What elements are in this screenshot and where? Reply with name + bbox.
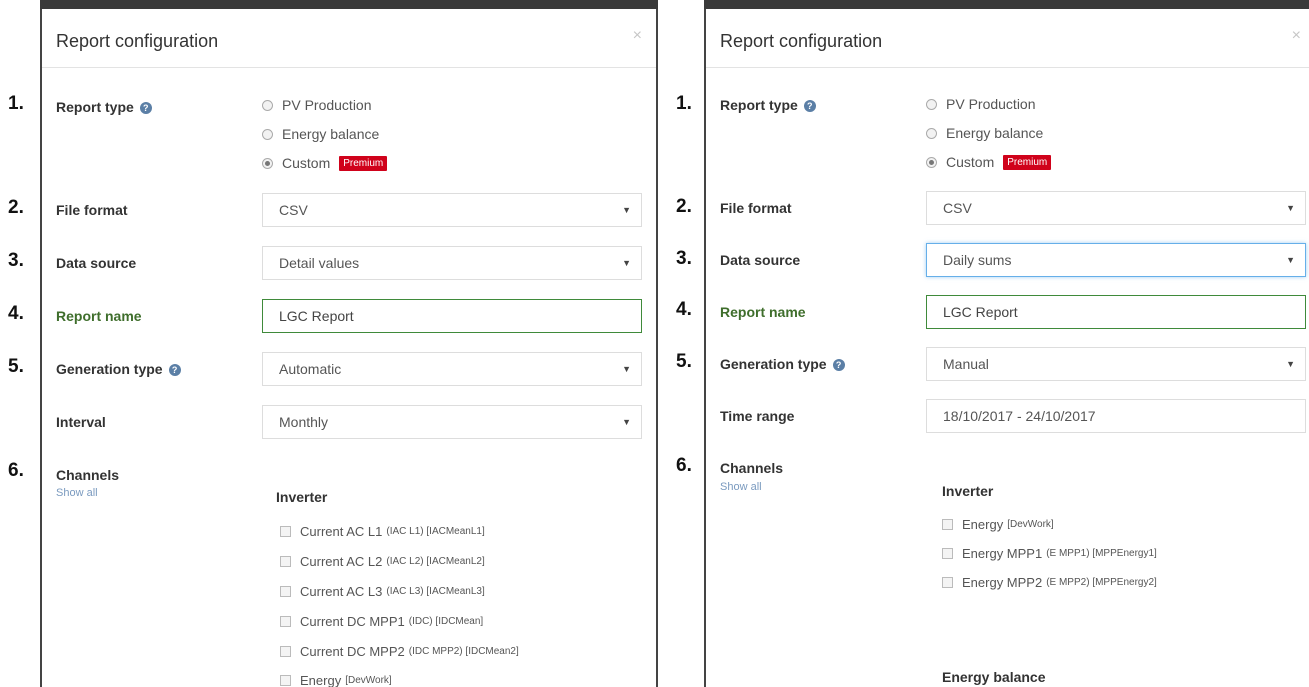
time-range-input[interactable]: 18/10/2017 - 24/10/2017 [926, 399, 1306, 433]
file-format-select[interactable]: CSV ▼ [926, 191, 1306, 225]
dialog-header: Report configuration × [42, 9, 656, 68]
interval-select[interactable]: Monthly ▼ [262, 405, 642, 439]
checkbox-icon[interactable] [280, 586, 291, 597]
caret-down-icon: ▼ [622, 364, 631, 374]
step-number: 5. [8, 356, 24, 377]
close-icon[interactable]: × [1292, 27, 1301, 45]
generation-type-label: Generation type? [56, 361, 181, 377]
step-number: 1. [676, 93, 692, 114]
step-number: 5. [676, 351, 692, 372]
generation-type-select[interactable]: Manual ▼ [926, 347, 1306, 381]
channel-checkbox[interactable]: Energy [DevWork] [942, 517, 1054, 532]
radio-energy-balance[interactable]: Energy balance [262, 126, 379, 142]
data-source-label: Data source [56, 255, 137, 271]
show-all-link[interactable]: Show all [720, 481, 762, 493]
channel-checkbox[interactable]: Current AC L3 (IAC L3) [IACMeanL3] [280, 584, 485, 599]
step-number: 3. [676, 248, 692, 269]
checkbox-icon[interactable] [280, 526, 291, 537]
step-number: 1. [8, 93, 24, 114]
channel-checkbox[interactable]: Current AC L1 (IAC L1) [IACMeanL1] [280, 524, 485, 539]
channels-label: Channels [720, 460, 784, 476]
radio-custom[interactable]: Custom Premium [262, 155, 388, 171]
checkbox-icon[interactable] [280, 556, 291, 567]
report-name-input[interactable]: LGC Report [262, 299, 642, 333]
dialog-header: Report configuration × [706, 9, 1309, 68]
step-number: 4. [8, 303, 24, 324]
radio-icon[interactable] [926, 156, 937, 168]
caret-down-icon: ▼ [622, 205, 631, 215]
generation-type-select[interactable]: Automatic ▼ [262, 352, 642, 386]
report-config-dialog-right: Report configuration × Report type? PV P… [704, 9, 1309, 687]
show-all-link[interactable]: Show all [56, 487, 98, 499]
interval-label: Interval [56, 414, 106, 430]
radio-energy-balance[interactable]: Energy balance [926, 125, 1043, 141]
channel-checkbox[interactable]: Current DC MPP1 (IDC) [IDCMean] [280, 614, 483, 629]
step-number: 2. [676, 196, 692, 217]
report-name-label: Report name [56, 308, 142, 324]
step-number: 4. [676, 299, 692, 320]
time-range-label: Time range [720, 408, 795, 424]
inverter-section-title: Inverter [276, 489, 328, 505]
channel-checkbox[interactable]: Current AC L2 (IAC L2) [IACMeanL2] [280, 554, 485, 569]
backdrop-bar [704, 0, 1309, 9]
caret-down-icon: ▼ [1286, 359, 1295, 369]
report-type-label: Report type? [56, 99, 152, 115]
radio-icon[interactable] [926, 98, 937, 110]
file-format-label: File format [56, 202, 128, 218]
channel-checkbox[interactable]: Energy MPP2 (E MPP2) [MPPEnergy2] [942, 575, 1157, 590]
radio-custom[interactable]: Custom Premium [926, 154, 1052, 170]
radio-pv-production[interactable]: PV Production [262, 97, 372, 113]
step-number: 6. [8, 460, 24, 481]
report-type-label: Report type? [720, 97, 816, 113]
data-source-label: Data source [720, 252, 801, 268]
caret-down-icon: ▼ [622, 258, 631, 268]
inverter-section-title: Inverter [942, 483, 994, 499]
checkbox-icon[interactable] [280, 646, 291, 657]
info-circle-icon[interactable]: ? [803, 100, 816, 112]
radio-icon[interactable] [262, 128, 273, 140]
data-source-select[interactable]: Daily sums ▼ [926, 243, 1306, 277]
backdrop-bar [40, 0, 658, 9]
energy-balance-section-title: Energy balance [942, 669, 1046, 685]
radio-icon[interactable] [926, 127, 937, 139]
info-circle-icon[interactable]: ? [139, 102, 152, 114]
caret-down-icon: ▼ [622, 417, 631, 427]
premium-badge: Premium [339, 155, 388, 171]
info-circle-icon[interactable]: ? [832, 359, 845, 371]
radio-pv-production[interactable]: PV Production [926, 96, 1036, 112]
report-config-dialog-left: Report configuration × Report type? PV P… [40, 9, 658, 687]
report-name-label: Report name [720, 304, 806, 320]
data-source-select[interactable]: Detail values ▼ [262, 246, 642, 280]
checkbox-icon[interactable] [942, 577, 953, 588]
channel-checkbox[interactable]: Energy [DevWork] [280, 673, 392, 687]
step-number: 3. [8, 250, 24, 271]
generation-type-label: Generation type? [720, 356, 845, 372]
file-format-label: File format [720, 200, 792, 216]
checkbox-icon[interactable] [280, 616, 291, 627]
caret-down-icon: ▼ [1286, 255, 1295, 265]
radio-icon[interactable] [262, 157, 273, 169]
step-number: 6. [676, 455, 692, 476]
radio-icon[interactable] [262, 99, 273, 111]
checkbox-icon[interactable] [280, 675, 291, 686]
close-icon[interactable]: × [633, 27, 642, 45]
channels-label: Channels [56, 467, 120, 483]
step-number: 2. [8, 197, 24, 218]
channel-checkbox[interactable]: Current DC MPP2 (IDC MPP2) [IDCMean2] [280, 644, 519, 659]
dialog-title: Report configuration [56, 31, 219, 51]
info-circle-icon[interactable]: ? [168, 364, 181, 376]
dialog-title: Report configuration [720, 31, 883, 51]
checkbox-icon[interactable] [942, 548, 953, 559]
premium-badge: Premium [1003, 154, 1052, 170]
caret-down-icon: ▼ [1286, 203, 1295, 213]
channel-checkbox[interactable]: Energy MPP1 (E MPP1) [MPPEnergy1] [942, 546, 1157, 561]
file-format-select[interactable]: CSV ▼ [262, 193, 642, 227]
checkbox-icon[interactable] [942, 519, 953, 530]
report-name-input[interactable]: LGC Report [926, 295, 1306, 329]
